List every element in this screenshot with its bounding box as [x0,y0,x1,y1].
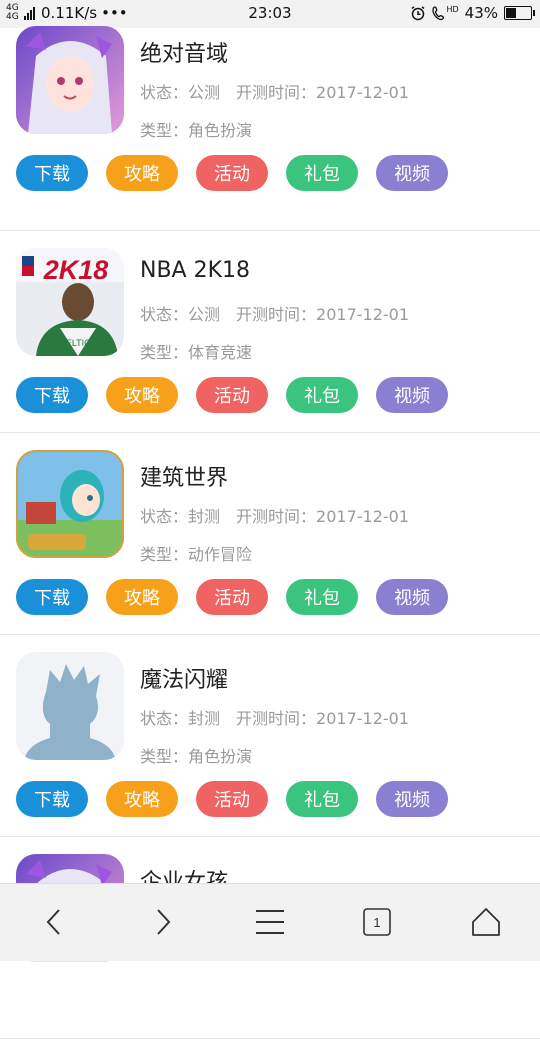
status-value: 封测 [188,709,221,728]
event-button[interactable]: 活动 [196,781,268,817]
svg-text:1: 1 [373,915,380,930]
guide-button[interactable]: 攻略 [106,579,178,615]
type-prefix: 类型： [140,545,189,564]
type-value: 角色扮演 [188,121,253,140]
video-button[interactable]: 视频 [376,377,448,413]
battery-percent: 43% [464,4,498,22]
hamburger-menu-icon [256,910,284,934]
date-value: 2017-12-01 [316,709,410,728]
video-button[interactable]: 视频 [376,781,448,817]
date-value: 2017-12-01 [316,507,410,526]
gift-button[interactable]: 礼包 [286,579,358,615]
status-prefix: 状态： [140,507,189,526]
event-button[interactable]: 活动 [196,377,268,413]
anime-builder-icon[interactable] [16,450,124,558]
date-value: 2017-12-01 [316,305,410,324]
avatar-placeholder-icon[interactable] [16,652,124,760]
date-prefix: 开测时间： [236,83,317,102]
game-card[interactable]: 绝对音域状态：公测 开测时间：2017-12-01 类型：角色扮演下载 攻略 活动 礼包视… [0,26,540,231]
action-buttons: 下载 攻略 活动 礼包 视频 [16,155,448,191]
action-buttons: 下载 攻略 活动 礼包 视频 [16,377,448,413]
guide-button[interactable]: 攻略 [106,781,178,817]
video-button[interactable]: 视频 [376,155,448,191]
status-value: 封测 [188,507,221,526]
download-button[interactable]: 下载 [16,377,88,413]
download-button[interactable]: 下载 [16,155,88,191]
chevron-right-icon [157,909,171,935]
chevron-left-icon [46,909,60,935]
game-card[interactable]: 2K18 CELTICS NBA 2K18 状态：公测 开测时间：2017-12-01 类… [0,230,540,433]
game-type-line: 类型：动作冒险 [140,541,252,565]
game-title[interactable]: 建筑世界 [140,460,228,492]
forward-button[interactable] [143,902,183,942]
gift-button[interactable]: 礼包 [286,781,358,817]
event-button[interactable]: 活动 [196,155,268,191]
home-icon [472,908,500,936]
date-prefix: 开测时间： [236,305,317,324]
tabs-button[interactable]: 1 [357,902,397,942]
date-prefix: 开测时间： [236,709,317,728]
game-status-line: 状态：封测 开测时间：2017-12-01 [140,503,409,527]
action-buttons: 下载 攻略 活动 礼包 视频 [16,781,448,817]
status-prefix: 状态： [140,305,189,324]
game-status-line: 状态：封测 开测时间：2017-12-01 [140,705,409,729]
status-bar-right: HD 43% [410,4,535,22]
home-button[interactable] [466,902,506,942]
game-title[interactable]: 绝对音域 [140,36,228,68]
status-prefix: 状态： [140,83,189,102]
game-status-line: 状态：公测 开测时间：2017-12-01 [140,301,409,325]
game-type-line: 类型：体育竞速 [140,339,252,363]
status-prefix: 状态： [140,709,189,728]
type-value: 体育竞速 [188,343,253,362]
date-value: 2017-12-01 [316,83,410,102]
svg-text:2K18: 2K18 [43,255,109,285]
game-card[interactable]: 魔法闪耀状态：封测 开测时间：2017-12-01 类型：角色扮演下载 攻略 活动 礼包视… [0,634,540,837]
tabs-icon: 1 [363,908,391,936]
download-button[interactable]: 下载 [16,781,88,817]
download-button[interactable]: 下载 [16,579,88,615]
status-value: 公测 [188,83,221,102]
game-title[interactable]: NBA 2K18 [140,258,250,283]
guide-button[interactable]: 攻略 [106,377,178,413]
type-prefix: 类型： [140,747,189,766]
gift-button[interactable]: 礼包 [286,377,358,413]
action-buttons: 下载 攻略 活动 礼包 视频 [16,579,448,615]
event-button[interactable]: 活动 [196,579,268,615]
hd-call-icon: HD [432,5,459,21]
game-status-line: 状态：公测 开测时间：2017-12-01 [140,79,409,103]
guide-button[interactable]: 攻略 [106,155,178,191]
type-value: 动作冒险 [188,545,253,564]
type-prefix: 类型： [140,343,189,362]
anime-girl-icon[interactable] [16,26,124,134]
game-type-line: 类型：角色扮演 [140,117,252,141]
game-type-line: 类型：角色扮演 [140,743,252,767]
hd-label: HD [446,5,459,14]
battery-icon [504,6,535,20]
game-title[interactable]: 魔法闪耀 [140,662,228,694]
menu-button[interactable] [250,902,290,942]
game-card[interactable]: 建筑世界状态：封测 开测时间：2017-12-01 类型：动作冒险下载 攻略 活动 礼包视… [0,432,540,635]
status-bar: 4G 4G 0.11K/s ••• 23:03 HD 43% [0,0,540,28]
svg-text:CELTICS: CELTICS [59,338,96,348]
battery-level [506,8,516,18]
video-button[interactable]: 视频 [376,579,448,615]
nba-2k18-icon[interactable]: 2K18 CELTICS [16,248,124,356]
alarm-icon [411,6,425,21]
type-value: 角色扮演 [188,747,253,766]
type-prefix: 类型： [140,121,189,140]
back-button[interactable] [34,902,74,942]
date-prefix: 开测时间： [236,507,317,526]
status-value: 公测 [188,305,221,324]
bottom-navigation-bar: 1 [0,883,540,961]
gift-button[interactable]: 礼包 [286,155,358,191]
